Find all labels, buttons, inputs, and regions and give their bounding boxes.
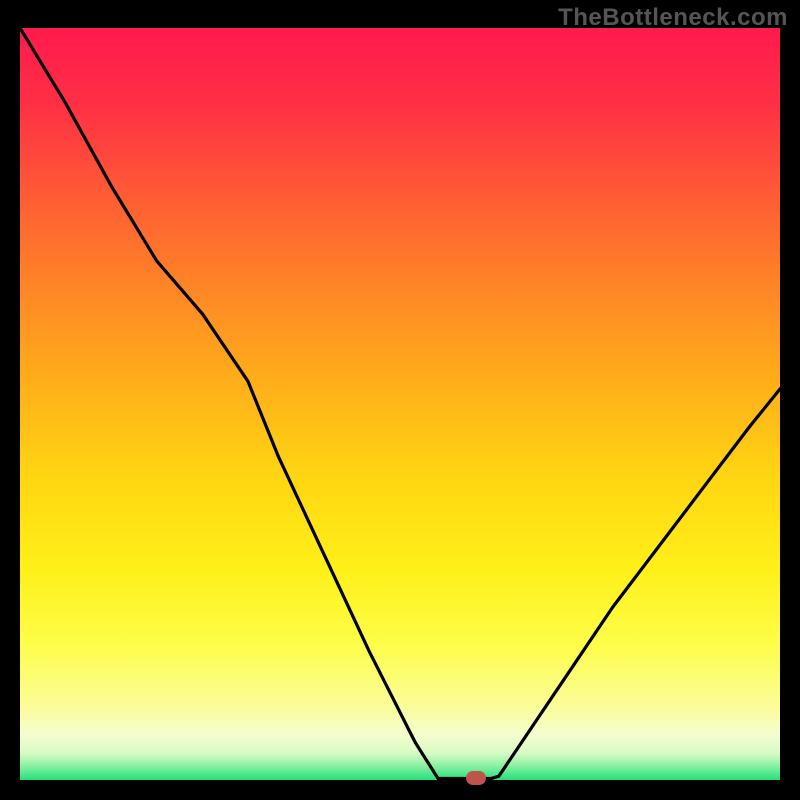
optimal-point-marker bbox=[466, 771, 486, 785]
bottleneck-chart bbox=[20, 28, 780, 780]
watermark-text: TheBottleneck.com bbox=[558, 4, 788, 32]
gradient-background bbox=[20, 28, 780, 780]
chart-frame: TheBottleneck.com bbox=[0, 0, 800, 800]
plot-area bbox=[20, 28, 780, 780]
